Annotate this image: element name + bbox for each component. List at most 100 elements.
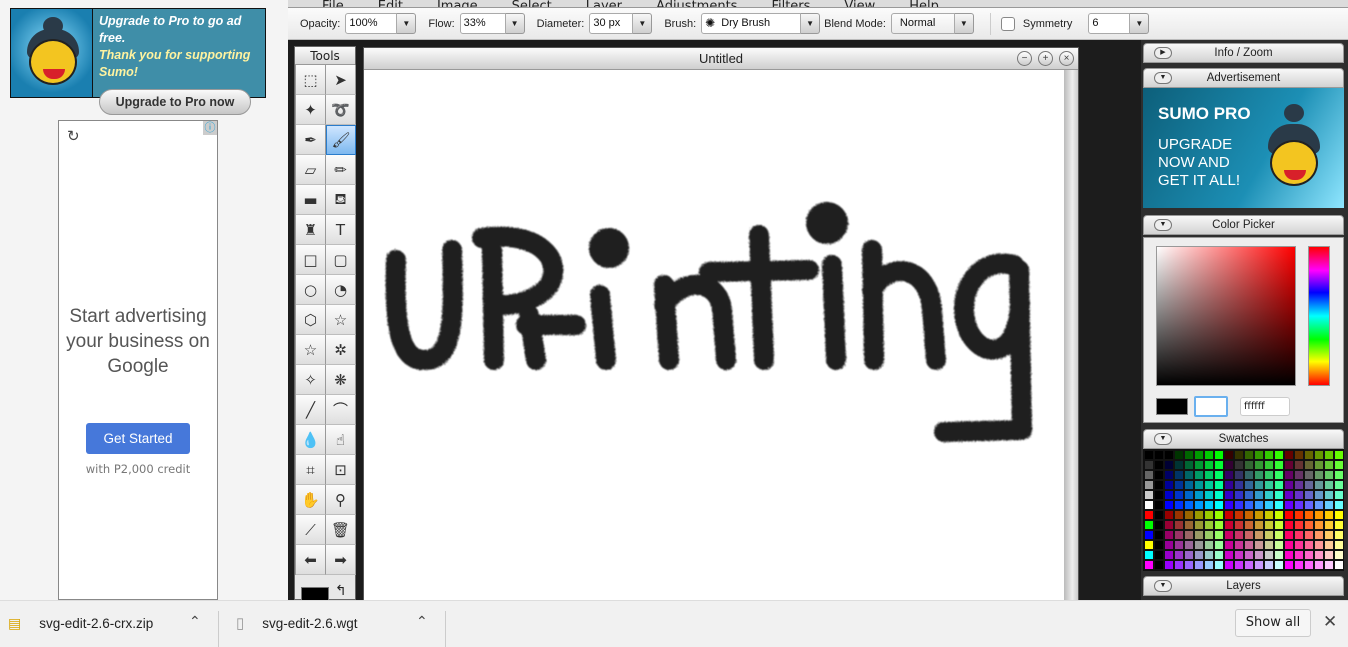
color-swatch[interactable] — [1214, 510, 1224, 520]
color-swatch[interactable] — [1304, 480, 1314, 490]
color-swatch[interactable] — [1204, 450, 1214, 460]
color-swatch[interactable] — [1254, 470, 1264, 480]
menu-edit[interactable]: Edit — [378, 0, 403, 7]
move-tool[interactable]: ➤ — [326, 65, 356, 95]
color-swatch[interactable] — [1244, 530, 1254, 540]
color-swatch[interactable] — [1244, 550, 1254, 560]
color-swatch[interactable] — [1174, 500, 1184, 510]
color-swatch[interactable] — [1234, 490, 1244, 500]
color-swatch[interactable] — [1144, 450, 1154, 460]
color-swatch[interactable] — [1294, 510, 1304, 520]
color-swatch[interactable] — [1184, 520, 1194, 530]
color-swatch[interactable] — [1214, 560, 1224, 570]
color-swatch[interactable] — [1164, 460, 1174, 470]
color-swatch[interactable] — [1324, 470, 1334, 480]
color-swatch[interactable] — [1154, 510, 1164, 520]
color-swatch[interactable] — [1144, 480, 1154, 490]
color-swatch[interactable] — [1284, 500, 1294, 510]
color-swatch[interactable] — [1164, 520, 1174, 530]
color-swatch[interactable] — [1274, 500, 1284, 510]
color-swatch[interactable] — [1264, 520, 1274, 530]
color-swatch[interactable] — [1264, 510, 1274, 520]
color-swatch[interactable] — [1274, 450, 1284, 460]
color-swatch[interactable] — [1144, 530, 1154, 540]
pie-tool[interactable]: ◔ — [326, 275, 356, 305]
rounded-rectangle-tool[interactable]: ▢ — [326, 245, 356, 275]
color-swatch[interactable] — [1174, 510, 1184, 520]
color-swatch[interactable] — [1324, 540, 1334, 550]
color-swatch[interactable] — [1184, 560, 1194, 570]
color-swatch[interactable] — [1274, 520, 1284, 530]
color-swatch[interactable] — [1214, 490, 1224, 500]
color-swatch[interactable] — [1164, 510, 1174, 520]
close-icon[interactable]: ✕ — [1323, 612, 1337, 632]
color-picker-panel-header[interactable]: ▼ Color Picker — [1143, 215, 1344, 235]
color-swatch[interactable] — [1244, 500, 1254, 510]
minimize-icon[interactable]: − — [1017, 51, 1032, 66]
color-swatch[interactable] — [1304, 560, 1314, 570]
color-swatch[interactable] — [1204, 540, 1214, 550]
color-swatch[interactable] — [1274, 530, 1284, 540]
collapse-icon[interactable]: ▼ — [1154, 219, 1172, 231]
opacity-input[interactable]: 100% — [345, 13, 398, 34]
hand-tool[interactable]: ✋ — [296, 485, 326, 515]
download-item[interactable]: ▯ svg-edit-2.6.wgt — [236, 601, 358, 645]
color-swatch[interactable] — [1154, 450, 1164, 460]
color-swatch[interactable] — [1284, 530, 1294, 540]
info-icon[interactable]: ⓘ — [203, 121, 217, 135]
color-swatch[interactable] — [1164, 550, 1174, 560]
color-swatch[interactable] — [1214, 460, 1224, 470]
flow-input[interactable]: 33% — [459, 13, 506, 34]
color-swatch[interactable] — [1284, 540, 1294, 550]
color-swatch[interactable] — [1244, 540, 1254, 550]
color-swatch[interactable] — [1224, 470, 1234, 480]
color-swatch[interactable] — [1214, 500, 1224, 510]
hue-slider[interactable] — [1308, 246, 1330, 386]
collapse-icon[interactable]: ▼ — [1154, 433, 1172, 445]
color-swatch[interactable] — [1274, 480, 1284, 490]
color-swatch[interactable] — [1254, 450, 1264, 460]
color-swatch[interactable] — [1304, 550, 1314, 560]
color-swatch[interactable] — [1254, 540, 1264, 550]
brush-select[interactable]: ✺ Dry Brush — [701, 13, 802, 34]
pencil-tool[interactable]: ✏ — [326, 155, 356, 185]
color-swatch[interactable] — [1254, 510, 1264, 520]
color-swatch[interactable] — [1324, 560, 1334, 570]
advertisement-panel-header[interactable]: ▼ Advertisement — [1143, 68, 1344, 88]
undo-arrow-tool[interactable]: ⬅ — [296, 545, 326, 575]
color-swatch[interactable] — [1224, 480, 1234, 490]
color-swatch[interactable] — [1144, 550, 1154, 560]
color-swatch[interactable] — [1154, 470, 1164, 480]
color-swatch[interactable] — [1154, 530, 1164, 540]
sumo-upgrade-banner[interactable]: Upgrade to Pro to go ad free. Thank you … — [10, 8, 266, 115]
eyedropper-tool[interactable]: ⟋ — [296, 515, 326, 545]
color-swatch[interactable] — [1324, 460, 1334, 470]
color-swatch[interactable] — [1314, 460, 1324, 470]
color-swatch[interactable] — [1334, 460, 1344, 470]
collapse-icon[interactable]: ▼ — [1154, 580, 1172, 592]
gradient-tool[interactable]: ▬ — [296, 185, 326, 215]
ellipse-tool[interactable]: ○ — [296, 275, 326, 305]
color-swatch[interactable] — [1214, 470, 1224, 480]
color-swatch[interactable] — [1184, 490, 1194, 500]
color-swatch[interactable] — [1284, 460, 1294, 470]
color-swatch[interactable] — [1334, 540, 1344, 550]
diameter-dropdown[interactable]: ▼ — [633, 13, 653, 34]
diameter-input[interactable]: 30 px — [589, 13, 634, 34]
rectangle-tool[interactable]: □ — [296, 245, 326, 275]
hexagon-tool[interactable]: ⬡ — [296, 305, 326, 335]
google-ad[interactable]: ↻ ⓘ Start advertising your business on G… — [58, 120, 218, 600]
color-swatch[interactable] — [1324, 550, 1334, 560]
color-swatch[interactable] — [1284, 550, 1294, 560]
color-swatch[interactable] — [1334, 470, 1344, 480]
symmetry-checkbox[interactable] — [1000, 16, 1015, 31]
drawing-canvas[interactable] — [364, 70, 1064, 600]
color-swatch[interactable] — [1154, 520, 1164, 530]
color-swatch[interactable] — [1254, 480, 1264, 490]
color-swatch[interactable] — [1154, 550, 1164, 560]
menu-adjustments[interactable]: Adjustments — [656, 0, 737, 7]
color-swatch[interactable] — [1144, 560, 1154, 570]
color-swatch[interactable] — [1184, 550, 1194, 560]
color-swatch[interactable] — [1234, 550, 1244, 560]
color-swatch[interactable] — [1184, 500, 1194, 510]
